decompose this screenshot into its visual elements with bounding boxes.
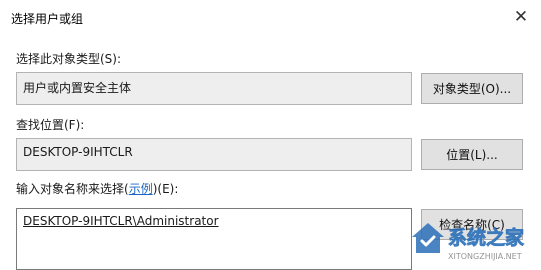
object-names-value: DESKTOP-9IHTCLR\Administrator — [23, 214, 219, 228]
dialog-title: 选择用户或组 — [11, 12, 84, 26]
check-names-button[interactable]: 检查名称(C) — [421, 209, 523, 240]
object-type-label: 选择此对象类型(S): — [16, 52, 122, 66]
examples-link[interactable]: 示例 — [129, 182, 153, 196]
location-field: DESKTOP-9IHTCLR — [16, 138, 412, 171]
object-types-button[interactable]: 对象类型(O)... — [421, 73, 523, 104]
location-label: 查找位置(F): — [16, 118, 85, 132]
object-type-field: 用户或内置安全主体 — [16, 72, 412, 105]
locations-button[interactable]: 位置(L)... — [421, 139, 523, 170]
object-names-label-suffix: )(E): — [152, 182, 179, 196]
watermark-subtext: XITONGZHIJIA.NET — [448, 252, 522, 261]
object-names-label: 输入对象名称来选择(示例)(E): — [16, 180, 178, 197]
object-type-value: 用户或内置安全主体 — [23, 81, 132, 95]
close-icon: ✕ — [513, 7, 529, 27]
location-value: DESKTOP-9IHTCLR — [23, 145, 133, 159]
object-names-label-prefix: 输入对象名称来选择( — [16, 182, 129, 196]
select-users-or-groups-dialog: 选择用户或组 ✕ 选择此对象类型(S): 用户或内置安全主体 对象类型(O)..… — [0, 0, 541, 270]
object-names-input[interactable]: DESKTOP-9IHTCLR\Administrator — [16, 208, 412, 270]
close-button[interactable]: ✕ — [506, 3, 536, 31]
